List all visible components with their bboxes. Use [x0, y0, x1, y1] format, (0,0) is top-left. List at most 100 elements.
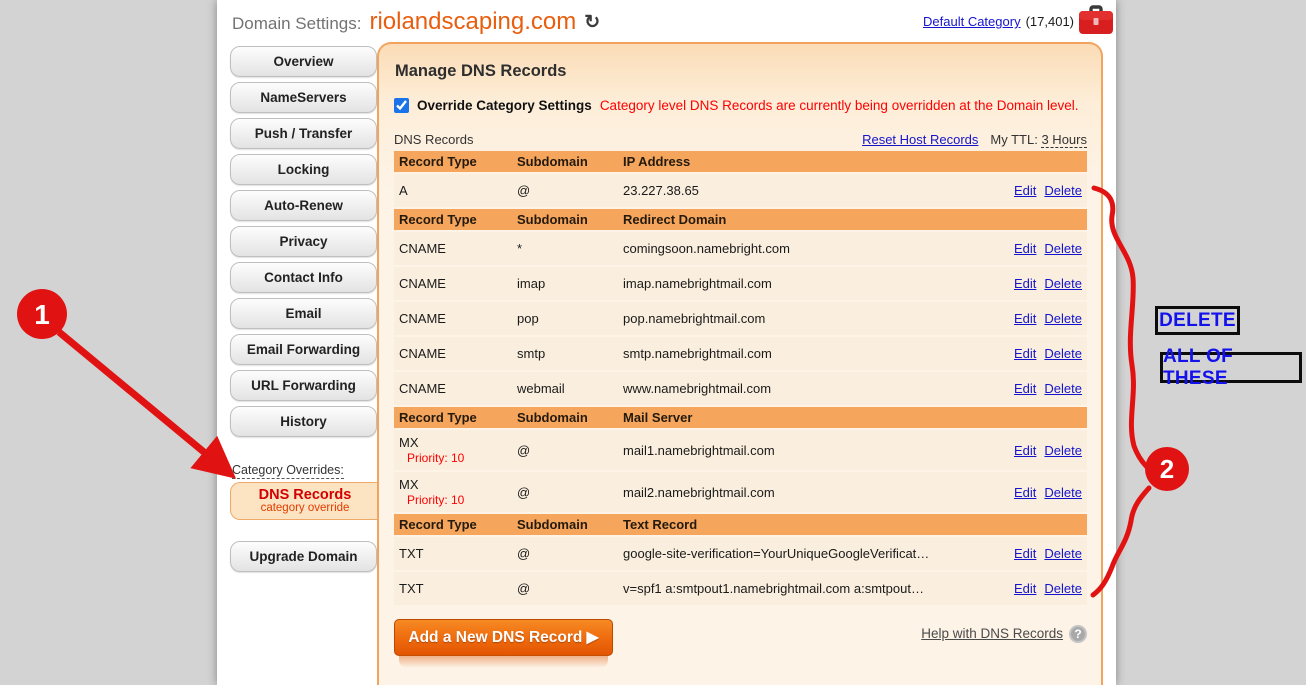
record-value-cell: www.namebrightmail.com [623, 381, 969, 396]
edit-link[interactable]: Edit [1014, 581, 1036, 596]
column-record-type: Record Type [399, 517, 517, 532]
category-overrides-label: Category Overrides: [232, 463, 377, 477]
override-subtitle: category override [231, 502, 379, 514]
app-window: Domain Settings: riolandscaping.com ↻ De… [217, 0, 1116, 685]
row-actions: Edit Delete [969, 546, 1087, 561]
help-question-icon[interactable]: ? [1069, 625, 1087, 643]
delete-link[interactable]: Delete [1044, 183, 1082, 198]
record-type-cell: A [399, 183, 517, 198]
sidebar-item-nameservers[interactable]: NameServers [230, 82, 377, 113]
ttl-label: My TTL: [990, 132, 1037, 147]
record-type: CNAME [399, 346, 517, 361]
table-section-header: Record TypeSubdomainIP Address [394, 151, 1087, 172]
category-count: (17,401) [1026, 14, 1074, 29]
edit-link[interactable]: Edit [1014, 183, 1036, 198]
sidebar-item-dns-records-override[interactable]: DNS Records category override [230, 482, 379, 520]
row-actions: Edit Delete [969, 485, 1087, 500]
table-row: CNAMEimapimap.namebrightmail.com Edit Dele… [394, 267, 1087, 300]
row-actions: Edit Delete [969, 381, 1087, 396]
delete-link[interactable]: Delete [1044, 381, 1082, 396]
priority-note: Priority: 10 [399, 493, 517, 507]
edit-link[interactable]: Edit [1014, 381, 1036, 396]
ttl-group: My TTL: 3 Hours [990, 132, 1087, 147]
dns-records-label: DNS Records [394, 132, 473, 147]
row-actions: Edit Delete [969, 276, 1087, 291]
delete-link[interactable]: Delete [1044, 241, 1082, 256]
record-type-cell: CNAME [399, 311, 517, 326]
reset-host-records-link[interactable]: Reset Host Records [862, 132, 978, 147]
column-subdomain: Subdomain [517, 212, 623, 227]
edit-link[interactable]: Edit [1014, 485, 1036, 500]
record-type: A [399, 183, 517, 198]
upgrade-domain-button[interactable]: Upgrade Domain [230, 541, 377, 572]
delete-link[interactable]: Delete [1044, 581, 1082, 596]
record-value-cell: pop.namebrightmail.com [623, 311, 969, 326]
sidebar-item-email[interactable]: Email [230, 298, 377, 329]
sidebar-item-contact-info[interactable]: Contact Info [230, 262, 377, 293]
record-type: TXT [399, 546, 517, 561]
record-type: MX [399, 435, 517, 450]
sidebar-item-overview[interactable]: Overview [230, 46, 377, 77]
subdomain-cell: @ [517, 485, 623, 500]
delete-link[interactable]: Delete [1044, 276, 1082, 291]
record-type-cell: MXPriority: 10 [399, 477, 517, 507]
table-row: MXPriority: 10@mail1.namebrightmail.comE… [394, 430, 1087, 470]
row-actions: Edit Delete [969, 346, 1087, 361]
record-type: TXT [399, 581, 517, 596]
sidebar-item-history[interactable]: History [230, 406, 377, 437]
ttl-value[interactable]: 3 Hours [1041, 132, 1087, 148]
subdomain-cell: smtp [517, 346, 623, 361]
edit-link[interactable]: Edit [1014, 311, 1036, 326]
record-type: CNAME [399, 311, 517, 326]
record-value-cell: v=spf1 a:smtpout1.namebrightmail.com a:s… [623, 581, 969, 596]
default-category-link[interactable]: Default Category [923, 14, 1021, 29]
record-type-cell: CNAME [399, 381, 517, 396]
briefcase-icon[interactable] [1078, 5, 1114, 36]
override-category-checkbox[interactable] [394, 98, 409, 113]
help-dns-records-link[interactable]: Help with DNS Records [921, 626, 1063, 641]
record-value-cell: comingsoon.namebright.com [623, 241, 969, 256]
delete-link[interactable]: Delete [1044, 443, 1082, 458]
subdomain-cell: @ [517, 581, 623, 596]
delete-link[interactable]: Delete [1044, 485, 1082, 500]
subdomain-cell: * [517, 241, 623, 256]
column-record-type: Record Type [399, 212, 517, 227]
edit-link[interactable]: Edit [1014, 443, 1036, 458]
priority-note: Priority: 10 [399, 451, 517, 465]
sidebar-item-auto-renew[interactable]: Auto-Renew [230, 190, 377, 221]
add-dns-record-button[interactable]: Add a New DNS Record ▶ [394, 619, 613, 656]
sidebar-item-privacy[interactable]: Privacy [230, 226, 377, 257]
edit-link[interactable]: Edit [1014, 346, 1036, 361]
column-subdomain: Subdomain [517, 154, 623, 169]
column-value: Text Record [623, 517, 969, 532]
column-subdomain: Subdomain [517, 410, 623, 425]
table-row: CNAMEsmtpsmtp.namebrightmail.comEditDele… [394, 337, 1087, 370]
row-actions: Edit Delete [969, 183, 1087, 198]
record-type-cell: TXT [399, 581, 517, 596]
column-value: IP Address [623, 154, 969, 169]
table-section-header: Record TypeSubdomainRedirect Domain [394, 209, 1087, 230]
table-row: TXT@google-site-verification=YourUniqueG… [394, 537, 1087, 570]
record-type-cell: CNAME [399, 241, 517, 256]
sidebar-item-push-transfer[interactable]: Push / Transfer [230, 118, 377, 149]
record-value-cell: imap.namebrightmail.com [623, 276, 969, 291]
edit-link[interactable]: Edit [1014, 276, 1036, 291]
delete-link[interactable]: Delete [1044, 546, 1082, 561]
table-row: TXT@v=spf1 a:smtpout1.namebrightmail.com… [394, 572, 1087, 605]
edit-link[interactable]: Edit [1014, 241, 1036, 256]
sidebar-item-email-forwarding[interactable]: Email Forwarding [230, 334, 377, 365]
record-type-cell: CNAME [399, 276, 517, 291]
record-type: CNAME [399, 276, 517, 291]
row-actions: Edit Delete [969, 311, 1087, 326]
table-row: A@23.227.38.65EditDelete [394, 174, 1087, 207]
sidebar-item-url-forwarding[interactable]: URL Forwarding [230, 370, 377, 401]
sidebar-item-locking[interactable]: Locking [230, 154, 377, 185]
delete-link[interactable]: Delete [1044, 346, 1082, 361]
record-type-cell: MXPriority: 10 [399, 435, 517, 465]
edit-link[interactable]: Edit [1014, 546, 1036, 561]
delete-link[interactable]: Delete [1044, 311, 1082, 326]
subdomain-cell: imap [517, 276, 623, 291]
page-title: Domain Settings: [232, 14, 361, 34]
record-value-cell: mail1.namebrightmail.com [623, 443, 969, 458]
refresh-icon[interactable]: ↻ [584, 11, 600, 34]
